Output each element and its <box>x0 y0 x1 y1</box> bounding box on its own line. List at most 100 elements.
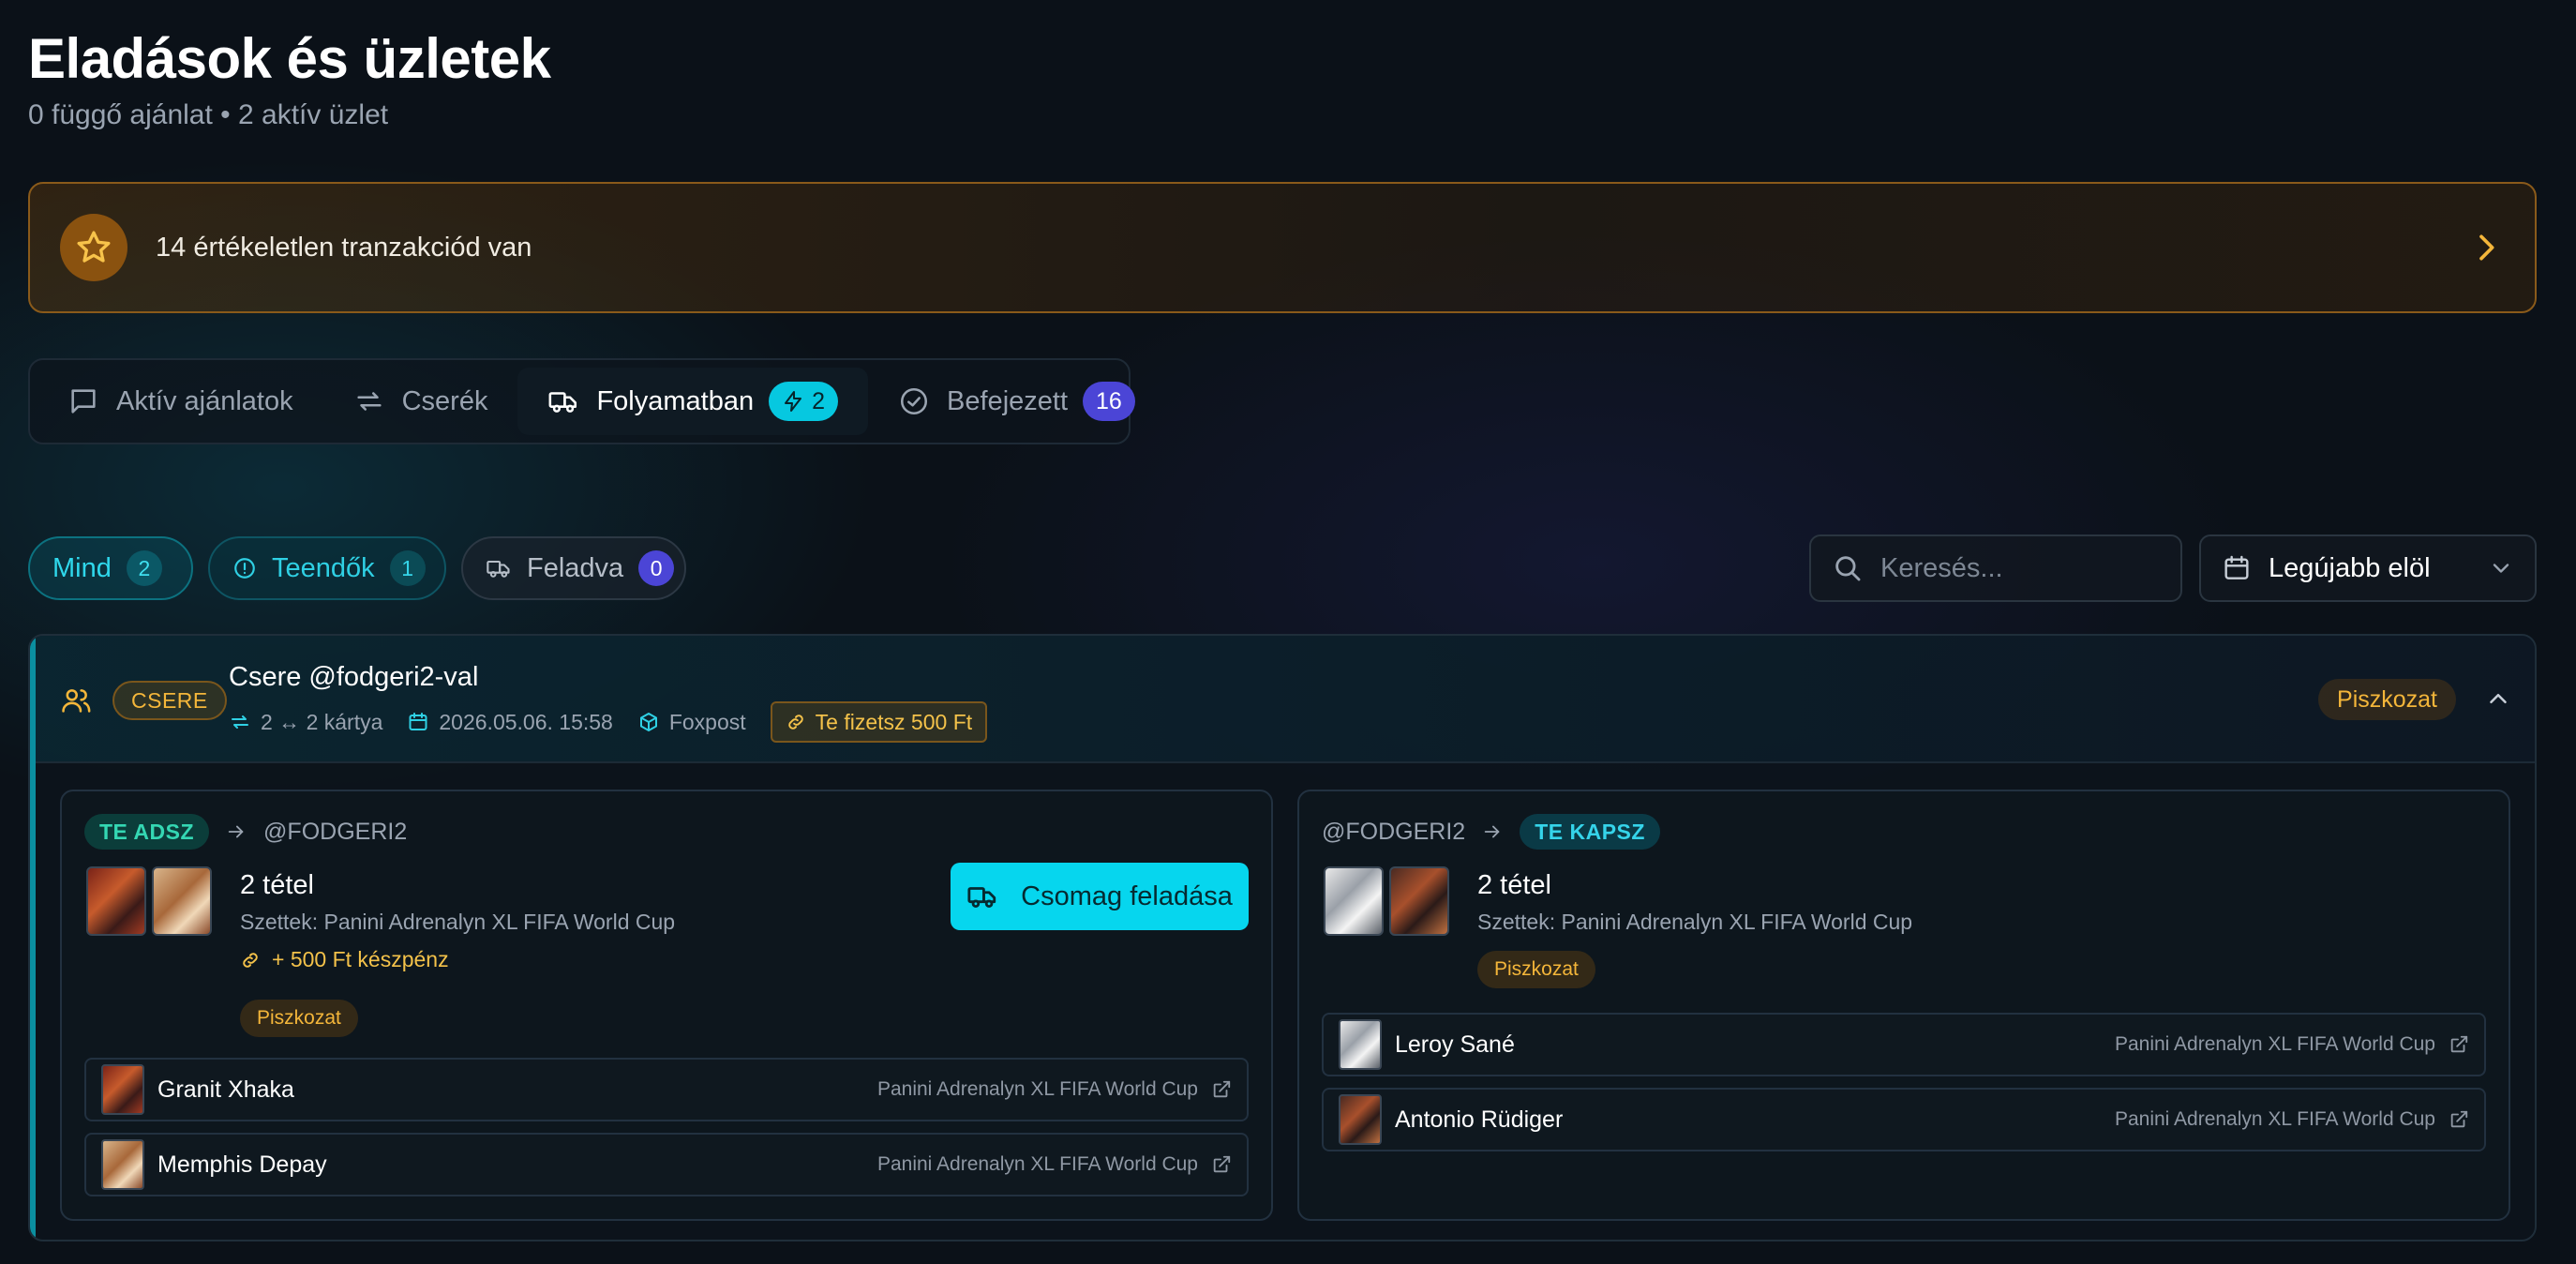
tab-label: Folyamatban <box>596 385 755 416</box>
deal-header[interactable]: CSERE Csere @fodgeri2-val 2 ↔ 2 kártya 2… <box>36 636 2535 763</box>
card-set: Panini Adrenalyn XL FIFA World Cup <box>2114 1108 2435 1130</box>
calendar-icon <box>2222 553 2252 583</box>
external-link-icon[interactable] <box>2449 1109 2469 1130</box>
counterparty: @FODGERI2 <box>1322 818 1466 845</box>
truck-icon <box>547 385 579 417</box>
swap-icon <box>353 385 385 417</box>
tab-count-badge: 2 <box>769 382 839 421</box>
tab-swaps[interactable]: Cserék <box>323 368 518 435</box>
meta-date: 2026.05.06. 15:58 <box>407 710 613 735</box>
cash-line: + 500 Ft készpénz <box>240 947 449 972</box>
deal-card: CSERE Csere @fodgeri2-val 2 ↔ 2 kártya 2… <box>28 634 2537 1241</box>
package-icon <box>637 711 669 733</box>
calendar-icon <box>407 711 439 733</box>
filter-all[interactable]: Mind 2 <box>28 536 193 600</box>
chevron-up-icon[interactable] <box>2484 685 2512 713</box>
deal-status-badge: Piszkozat <box>2318 679 2456 720</box>
card-thumbnail <box>86 866 146 936</box>
item-thumbnails <box>86 866 217 936</box>
tab-label: Aktív ajánlatok <box>116 385 293 416</box>
status-badge: Piszkozat <box>1477 951 1595 988</box>
card-thumbnail <box>101 1064 144 1115</box>
card-thumbnail <box>1389 866 1449 936</box>
tab-in-progress[interactable]: Folyamatban 2 <box>517 368 869 435</box>
tab-active-offers[interactable]: Aktív ajánlatok <box>37 368 323 435</box>
search-input[interactable] <box>1880 552 2162 584</box>
card-row[interactable]: Antonio Rüdiger Panini Adrenalyn XL FIFA… <box>1322 1088 2486 1151</box>
status-badge: Piszkozat <box>240 1000 358 1037</box>
deal-type-badge: CSERE <box>112 681 227 720</box>
meta-cards: 2 ↔ 2 kártya <box>229 710 382 735</box>
payment-badge: Te fizetsz 500 Ft <box>770 701 988 743</box>
banner-text: 14 értékeletlen tranzakciód van <box>156 232 532 263</box>
check-circle-icon <box>898 385 930 417</box>
swap-icon <box>229 711 261 733</box>
filter-count: 2 <box>126 550 162 586</box>
alert-circle-icon <box>232 556 257 580</box>
external-link-icon[interactable] <box>2449 1034 2469 1055</box>
item-count: 2 tétel <box>240 870 314 900</box>
tab-count: 2 <box>812 387 826 414</box>
filter-label: Mind <box>52 552 112 583</box>
card-name: Memphis Depay <box>157 1151 327 1178</box>
tab-label: Cserék <box>401 385 488 416</box>
card-name: Leroy Sané <box>1395 1031 1515 1058</box>
panel-head: TE ADSZ @FODGERI2 <box>84 814 407 850</box>
tab-completed[interactable]: Befejezett 16 <box>868 368 1165 435</box>
card-name: Antonio Rüdiger <box>1395 1106 1564 1133</box>
panel-you-receive: @FODGERI2 TE KAPSZ 2 tétel Szettek: Pani… <box>1297 790 2510 1221</box>
truck-icon <box>486 555 512 581</box>
truck-icon <box>966 880 1021 912</box>
card-row[interactable]: Leroy Sané Panini Adrenalyn XL FIFA Worl… <box>1322 1013 2486 1076</box>
external-link-icon[interactable] <box>1211 1079 1232 1100</box>
filter-sent[interactable]: Feladva 0 <box>461 536 686 600</box>
filter-label: Teendők <box>272 552 375 583</box>
search-icon <box>1832 552 1864 584</box>
card-row[interactable]: Granit Xhaka Panini Adrenalyn XL FIFA Wo… <box>84 1058 1249 1121</box>
star-icon <box>60 214 127 281</box>
sort-label: Legújabb elöl <box>2269 552 2431 583</box>
panel-you-give: TE ADSZ @FODGERI2 2 tétel Szettek: Panin… <box>60 790 1273 1221</box>
card-thumbnail <box>101 1139 144 1190</box>
chevron-right-icon[interactable] <box>2467 229 2505 266</box>
page-title: Eladások és üzletek <box>28 27 551 90</box>
filter-count: 0 <box>638 550 675 586</box>
ship-package-button[interactable]: Csomag feladása <box>951 863 1249 930</box>
users-icon <box>60 685 92 716</box>
item-count: 2 tétel <box>1477 870 1551 900</box>
tab-label: Befejezett <box>947 385 1069 416</box>
arrow-right-icon <box>226 821 247 842</box>
card-thumbnail <box>1324 866 1384 936</box>
card-set: Panini Adrenalyn XL FIFA World Cup <box>876 1153 1198 1175</box>
item-sets: Szettek: Panini Adrenalyn XL FIFA World … <box>1477 910 1913 934</box>
sort-select[interactable]: Legújabb elöl <box>2199 534 2537 602</box>
card-set: Panini Adrenalyn XL FIFA World Cup <box>876 1078 1198 1100</box>
unrated-transactions-banner[interactable]: 14 értékeletlen tranzakciód van <box>28 182 2537 313</box>
tab-count-badge: 16 <box>1083 382 1135 421</box>
main-tabs: Aktív ajánlatok Cserék Folyamatban 2 Bef… <box>28 358 1135 444</box>
card-thumbnail <box>1339 1019 1382 1070</box>
item-sets: Szettek: Panini Adrenalyn XL FIFA World … <box>240 910 676 934</box>
filter-label: Feladva <box>527 552 624 583</box>
card-name: Granit Xhaka <box>157 1076 294 1103</box>
counterparty: @FODGERI2 <box>263 818 408 845</box>
external-link-icon[interactable] <box>1211 1154 1232 1175</box>
link-icon <box>240 950 272 971</box>
panel-head: @FODGERI2 TE KAPSZ <box>1322 814 1660 850</box>
meta-shipping: Foxpost <box>637 710 746 735</box>
card-thumbnail <box>1339 1094 1382 1145</box>
link-icon <box>786 712 816 732</box>
card-row[interactable]: Memphis Depay Panini Adrenalyn XL FIFA W… <box>84 1133 1249 1196</box>
deal-meta: 2 ↔ 2 kártya 2026.05.06. 15:58 Foxpost T… <box>229 701 988 743</box>
filter-todo[interactable]: Teendők 1 <box>208 536 446 600</box>
message-square-icon <box>67 385 99 417</box>
search-box[interactable] <box>1809 534 2182 602</box>
arrow-right-icon <box>1482 821 1503 842</box>
card-thumbnail <box>152 866 212 936</box>
chevron-down-icon <box>2488 555 2514 581</box>
bolt-icon <box>782 390 804 413</box>
item-thumbnails <box>1324 866 1455 936</box>
role-badge: TE KAPSZ <box>1520 814 1660 850</box>
page-subtitle: 0 függő ajánlat • 2 aktív üzlet <box>28 99 389 130</box>
deal-title: Csere @fodgeri2-val <box>229 662 479 692</box>
